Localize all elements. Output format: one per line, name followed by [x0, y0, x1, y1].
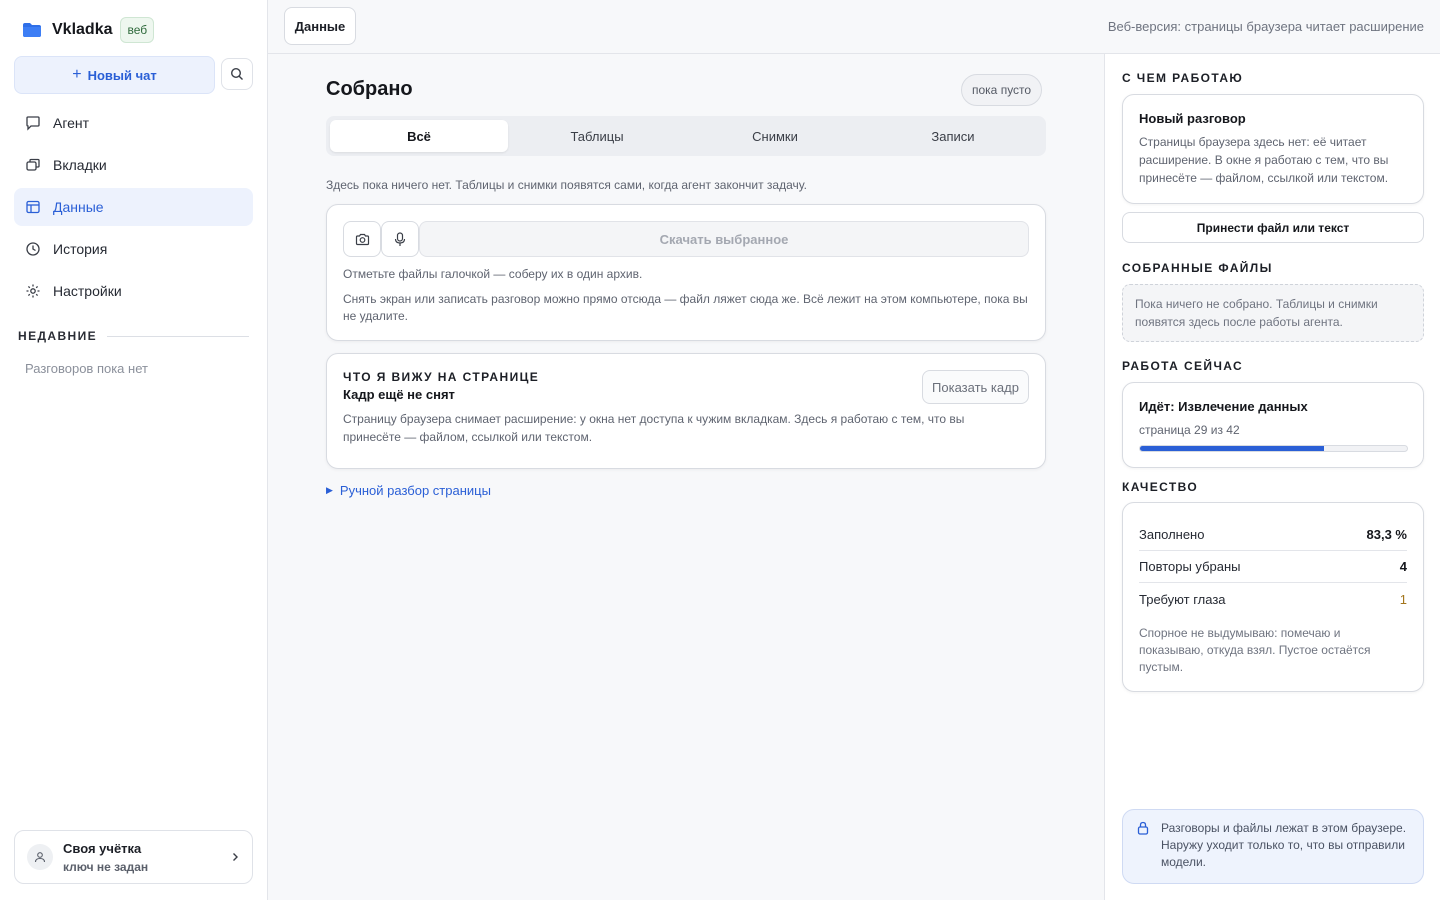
empty-hint: Здесь пока ничего нет. Таблицы и снимки … [326, 178, 807, 192]
select-files-hint: Отметьте файлы галочкой — соберу их в од… [343, 267, 643, 281]
work-title: РАБОТА СЕЙЧАС [1122, 359, 1244, 373]
sidebar-item-history[interactable]: История [14, 230, 253, 268]
quality-title: КАЧЕСТВО [1122, 480, 1199, 494]
filter-tabs: Всё Таблицы Снимки Записи [326, 116, 1046, 156]
account-button[interactable]: Своя учётка ключ не задан [14, 830, 253, 884]
recent-section-header: НЕДАВНИЕ [18, 329, 249, 343]
avatar [27, 844, 53, 870]
table-icon [26, 200, 40, 214]
recent-empty-text: Разговоров пока нет [25, 361, 148, 376]
sidebar-item-settings[interactable]: Настройки [14, 272, 253, 310]
sidebar-item-agent[interactable]: Агент [14, 104, 253, 142]
quality-value: 4 [1399, 559, 1407, 574]
camera-icon [355, 233, 369, 245]
tabs-icon [26, 158, 40, 171]
recent-title: НЕДАВНИЕ [18, 329, 98, 343]
progress-bar [1139, 445, 1408, 452]
account-title: Своя учётка [63, 840, 142, 856]
conversation-title: Новый разговор [1139, 111, 1246, 126]
new-chat-button[interactable]: + Новый чат [14, 56, 215, 94]
quality-row-review: Требуют глаза 1 [1139, 583, 1407, 615]
conversation-description: Страницы браузера здесь нет: её читает р… [1139, 135, 1389, 185]
conversation-card: Новый разговор Страницы браузера здесь н… [1122, 94, 1424, 204]
search-icon [230, 67, 243, 80]
tab-tables[interactable]: Таблицы [508, 120, 686, 152]
capture-card: Скачать выбранное Отметьте файлы галочко… [326, 204, 1046, 341]
sidebar-item-label: Агент [53, 115, 90, 131]
quality-row-filled: Заполнено 83,3 % [1139, 519, 1407, 551]
sidebar-item-label: История [53, 241, 108, 257]
search-button[interactable] [221, 58, 253, 90]
page-title: Собрано [326, 78, 413, 100]
sidebar-nav: Агент Вкладки Данные История Настройки [14, 104, 253, 314]
sidebar-item-label: Настройки [53, 283, 122, 299]
tab-recordings[interactable]: Записи [864, 120, 1042, 152]
quality-label: Повторы убраны [1139, 559, 1241, 574]
plus-icon: + [72, 66, 82, 83]
manual-parse-label: Ручной разбор страницы [339, 483, 491, 498]
record-button[interactable] [381, 221, 419, 257]
quality-note: Спорное не выдумываю: помечаю и показыва… [1139, 626, 1371, 674]
folder-logo-icon [23, 23, 41, 37]
quality-value: 83,3 % [1366, 527, 1407, 542]
app-name: Vkladka [52, 21, 113, 38]
web-badge: веб [120, 17, 155, 43]
sidebar-item-label: Вкладки [53, 157, 107, 173]
tab-snapshots[interactable]: Снимки [686, 120, 864, 152]
progress-bar-fill [1140, 446, 1325, 451]
new-chat-label: Новый чат [87, 67, 157, 83]
web-version-note: Веб-версия: страницы браузера читает рас… [1107, 19, 1424, 34]
quality-label: Заполнено [1139, 527, 1205, 542]
tab-all[interactable]: Всё [330, 120, 508, 152]
page-view-overline: ЧТО Я ВИЖУ НА СТРАНИЦЕ [343, 370, 540, 384]
sidebar-item-tabs[interactable]: Вкладки [14, 146, 253, 184]
tab-data[interactable]: Данные [284, 7, 356, 45]
status-badge: пока пусто [961, 74, 1043, 106]
sidebar-item-label: Данные [53, 199, 104, 215]
page-view-card: ЧТО Я ВИЖУ НА СТРАНИЦЕ Кадр ещё не снят … [326, 353, 1046, 469]
sidebar-item-data[interactable]: Данные [14, 188, 253, 226]
lock-icon [1137, 821, 1149, 835]
user-icon [34, 852, 46, 863]
show-frame-button[interactable]: Показать кадр [922, 370, 1029, 404]
work-status: Идёт: Извлечение данных [1139, 399, 1308, 414]
download-selected-button[interactable]: Скачать выбранное [419, 221, 1029, 257]
clock-icon [26, 242, 40, 256]
right-panel: С ЧЕМ РАБОТАЮ Новый разговор Страницы бр… [1104, 54, 1440, 900]
top-bar: Данные Веб-версия: страницы браузера чит… [268, 0, 1440, 54]
privacy-notice: Разговоры и файлы лежат в этом браузере.… [1122, 809, 1424, 884]
page-view-subtitle: Кадр ещё не снят [343, 387, 455, 402]
sidebar: Vkladka веб + Новый чат Агент Вкладки Да… [0, 0, 268, 900]
files-empty-state: Пока ничего не собрано. Таблицы и снимки… [1122, 284, 1424, 342]
account-subtitle: ключ не задан [63, 859, 149, 874]
brand: Vkladka веб [22, 17, 155, 43]
chat-icon [26, 116, 40, 131]
files-title: СОБРАННЫЕ ФАЙЛЫ [1122, 261, 1273, 275]
quality-label: Требуют глаза [1139, 591, 1226, 607]
main-content: Собрано пока пусто Всё Таблицы Снимки За… [268, 54, 1104, 900]
bring-file-button[interactable]: Принести файл или текст [1122, 212, 1424, 243]
quality-value: 1 [1399, 591, 1407, 607]
privacy-text: Разговоры и файлы лежат в этом браузере.… [1161, 821, 1407, 869]
quality-card: Заполнено 83,3 % Повторы убраны 4 Требую… [1122, 502, 1424, 692]
caret-right-icon: ▶ [326, 485, 333, 495]
manual-parse-toggle[interactable]: ▶ Ручной разбор страницы [326, 483, 491, 498]
work-status-card: Идёт: Извлечение данных страница 29 из 4… [1122, 382, 1424, 468]
chevron-right-icon [233, 853, 238, 861]
working-with-title: С ЧЕМ РАБОТАЮ [1122, 71, 1244, 85]
page-view-description: Страницу браузера снимает расширение: у … [343, 412, 965, 444]
screenshot-button[interactable] [343, 221, 381, 257]
gear-icon [26, 284, 40, 298]
microphone-icon [394, 231, 406, 246]
quality-row-duplicates: Повторы убраны 4 [1139, 551, 1407, 583]
divider [107, 335, 249, 337]
work-progress-text: страница 29 из 42 [1139, 423, 1240, 437]
capture-hint: Снять экран или записать разговор можно … [343, 292, 1028, 323]
